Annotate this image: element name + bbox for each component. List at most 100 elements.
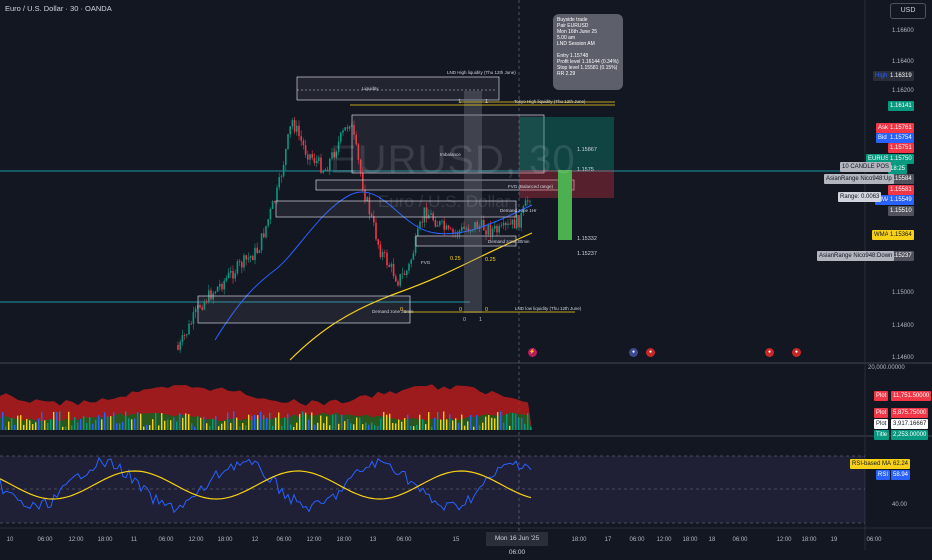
plot-tag-label: Plot bbox=[874, 419, 889, 429]
volume-bar bbox=[311, 412, 313, 430]
price-tag: 1.15751 bbox=[888, 143, 914, 153]
volume-bar bbox=[398, 419, 400, 430]
volume-bar bbox=[65, 426, 67, 430]
symbol-title[interactable]: Euro / U.S. Dollar · 30 · OANDA bbox=[5, 4, 112, 13]
currency-button[interactable]: USD bbox=[890, 3, 926, 19]
volume-bar bbox=[422, 419, 424, 430]
volume-bar bbox=[32, 424, 34, 430]
volume-bar bbox=[440, 419, 442, 430]
candle-body bbox=[450, 228, 452, 230]
fvg-label: FVG bbox=[421, 260, 431, 265]
candle-body bbox=[300, 136, 302, 141]
volume-bar bbox=[194, 426, 196, 430]
volume-bar bbox=[188, 414, 190, 430]
volume-bar bbox=[23, 424, 25, 430]
volume-bar bbox=[443, 411, 445, 430]
volume-bar bbox=[185, 413, 187, 430]
high-tag-label: High bbox=[873, 71, 890, 81]
candle-body bbox=[439, 221, 441, 226]
candle-body bbox=[269, 209, 272, 220]
volume-bar bbox=[119, 423, 121, 430]
price-tick: 1.15000 bbox=[892, 290, 914, 296]
volume-bar bbox=[395, 423, 397, 430]
candle-body bbox=[245, 255, 247, 260]
event-flag-icon[interactable]: ● bbox=[792, 348, 801, 357]
time-tick: 10 bbox=[6, 537, 14, 543]
candle-body bbox=[216, 286, 219, 292]
time-tick: 18 bbox=[708, 537, 716, 543]
time-tick: 18:00 bbox=[97, 537, 113, 543]
volume-bar bbox=[236, 417, 238, 430]
candle-body bbox=[315, 160, 318, 163]
candle-body bbox=[236, 261, 239, 274]
volume-bar bbox=[278, 412, 280, 430]
level-1575: 1.1575 bbox=[577, 167, 594, 173]
volume-pane bbox=[0, 384, 532, 430]
candle-body bbox=[518, 215, 520, 228]
volume-bar bbox=[83, 416, 85, 430]
volume-bar bbox=[209, 425, 211, 430]
volume-bar bbox=[365, 422, 367, 430]
candle-body bbox=[289, 126, 291, 135]
volume-bar bbox=[389, 413, 391, 430]
volume-bar bbox=[509, 425, 511, 430]
volume-bar bbox=[455, 418, 457, 430]
price-tick: 1.16600 bbox=[892, 28, 914, 34]
candle-body bbox=[485, 230, 487, 235]
time-tick: 18:00 bbox=[336, 537, 352, 543]
volume-bar bbox=[203, 416, 205, 430]
candle-body bbox=[461, 226, 463, 231]
volume-bar bbox=[461, 414, 463, 430]
bid-tag-value: 1.15754 bbox=[888, 133, 914, 143]
last-price-tag: 1.15750 bbox=[888, 154, 914, 164]
candle-body bbox=[421, 221, 423, 223]
price-chart[interactable] bbox=[0, 0, 932, 550]
volume-bar bbox=[260, 411, 262, 430]
time-tick: 11 bbox=[130, 537, 138, 543]
volume-bar bbox=[101, 419, 103, 430]
volume-bar bbox=[338, 423, 340, 430]
volume-bar bbox=[149, 425, 151, 430]
imbalance-label: Imbalance bbox=[440, 152, 461, 157]
event-flag-icon[interactable]: ● bbox=[765, 348, 774, 357]
volume-bar bbox=[506, 413, 508, 430]
volume-bar bbox=[491, 417, 493, 430]
event-flag-icon[interactable]: ● bbox=[646, 348, 655, 357]
volume-bar bbox=[35, 422, 37, 430]
time-tick: 06:00 bbox=[396, 537, 412, 543]
event-flag-icon[interactable]: ● bbox=[629, 348, 638, 357]
candle-body bbox=[183, 335, 186, 336]
event-flag-icon[interactable]: ⚡ bbox=[528, 348, 537, 357]
volume-bar bbox=[197, 416, 199, 430]
price-tick: 1.14800 bbox=[892, 323, 914, 329]
wma-tag-value: 1.15364 bbox=[888, 230, 914, 240]
volume-bar bbox=[464, 425, 466, 430]
volume-bar bbox=[107, 416, 109, 430]
candle-body bbox=[502, 222, 505, 226]
candle-body bbox=[375, 222, 377, 240]
candle-body bbox=[384, 252, 386, 253]
candle-body bbox=[443, 220, 445, 230]
time-tick: 12:00 bbox=[776, 537, 792, 543]
plot-tag-value: 3,917.16667 bbox=[891, 419, 929, 429]
volume-bar bbox=[314, 424, 316, 430]
candle-body bbox=[282, 165, 285, 177]
tooltip-line: RR 2.29 bbox=[557, 71, 576, 77]
volume-bar bbox=[80, 419, 82, 430]
candle-body bbox=[252, 256, 254, 261]
volume-bar bbox=[449, 414, 451, 430]
time-tick: 12:00 bbox=[656, 537, 672, 543]
candle-body bbox=[399, 274, 401, 286]
volume-bar bbox=[74, 417, 76, 430]
asian-up-tag: AsianRange Nico948:Up bbox=[824, 174, 894, 184]
volume-bar bbox=[485, 416, 487, 430]
candle-body bbox=[441, 220, 443, 222]
volume-bar bbox=[17, 415, 19, 430]
candle-body bbox=[324, 169, 327, 171]
level-15237: 1.15237 bbox=[577, 251, 597, 257]
volume-bar bbox=[470, 415, 472, 430]
candle-body bbox=[392, 263, 395, 277]
candle-body bbox=[291, 120, 294, 127]
volume-bar bbox=[467, 421, 469, 430]
volume-bar bbox=[275, 417, 277, 430]
